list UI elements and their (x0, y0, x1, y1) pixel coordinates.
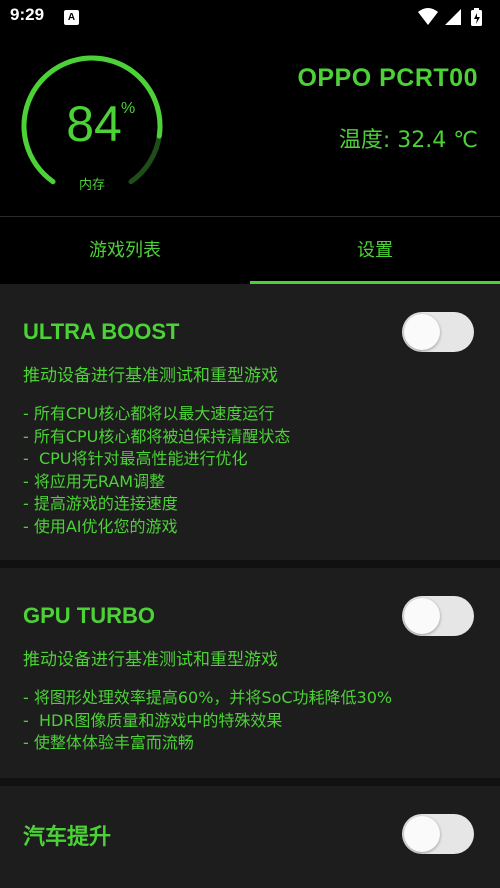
ultra-boost-title: ULTRA BOOST (23, 319, 180, 344)
ultra-boost-feature-list: - 所有CPU核心都将以最大速度运行 - 所有CPU核心都将被迫保持清醒状态 -… (23, 403, 290, 539)
car-boost-card: 汽车提升 (0, 786, 500, 888)
ultra-boost-card: ULTRA BOOST 推动设备进行基准测试和重型游戏 - 所有CPU核心都将以… (0, 284, 500, 560)
tab-bar: 游戏列表 设置 (0, 216, 500, 284)
list-item: - 将图形处理效率提高60%，并将SoC功耗降低30% (23, 688, 393, 707)
header-panel: 84 % 内存 OPPO PCRT00 温度: 32.4 ℃ (0, 34, 500, 216)
gpu-turbo-card: GPU TURBO 推动设备进行基准测试和重型游戏 - 将图形处理效率提高60%… (0, 568, 500, 778)
gpu-turbo-title: GPU TURBO (23, 603, 155, 628)
car-boost-toggle[interactable] (402, 814, 474, 854)
list-item: - CPU将针对最高性能进行优化 (23, 449, 248, 469)
gpu-turbo-toggle[interactable] (402, 596, 474, 636)
memory-label: 内存 (78, 178, 105, 193)
ultra-boost-toggle[interactable] (402, 312, 474, 352)
settings-list: ULTRA BOOST 推动设备进行基准测试和重型游戏 - 所有CPU核心都将以… (0, 284, 500, 888)
memory-percent-unit: % (121, 100, 136, 117)
gpu-turbo-description: 推动设备进行基准测试和重型游戏 (23, 650, 278, 670)
ultra-boost-description: 推动设备进行基准测试和重型游戏 (23, 366, 278, 386)
memory-percent-value: 84 (66, 96, 122, 152)
list-item: - 提高游戏的连接速度 (23, 494, 178, 514)
gpu-turbo-feature-list: - 将图形处理效率提高60%，并将SoC功耗降低30% - HDR图像质量和游戏… (23, 687, 392, 755)
list-item: - 将应用无RAM调整 (23, 471, 166, 491)
temperature-readout: 温度: 32.4 ℃ (338, 128, 478, 153)
status-time: 9:29 (10, 5, 45, 24)
list-item: - 所有CPU核心都将以最大速度运行 (23, 404, 275, 423)
car-boost-toggle-knob (404, 816, 440, 852)
notification-a-icon: A (64, 10, 79, 25)
status-bar: 9:29 A (0, 0, 500, 34)
list-item: - 使整体体验丰富而流畅 (23, 733, 194, 753)
cell-signal-icon (445, 9, 461, 25)
status-icons (418, 8, 482, 26)
device-name: OPPO PCRT00 (297, 64, 478, 92)
list-item: - HDR图像质量和游戏中的特殊效果 (23, 710, 283, 730)
list-item: - 使用AI优化您的游戏 (23, 516, 178, 536)
car-boost-title: 汽车提升 (23, 824, 112, 849)
wifi-icon (418, 8, 438, 25)
tab-game-list[interactable]: 游戏列表 (0, 217, 250, 285)
tab-settings[interactable]: 设置 (250, 217, 500, 285)
gpu-turbo-toggle-knob (404, 598, 440, 634)
ultra-boost-toggle-knob (404, 314, 440, 350)
battery-icon (471, 8, 482, 26)
list-item: - 所有CPU核心都将被迫保持清醒状态 (23, 426, 291, 446)
